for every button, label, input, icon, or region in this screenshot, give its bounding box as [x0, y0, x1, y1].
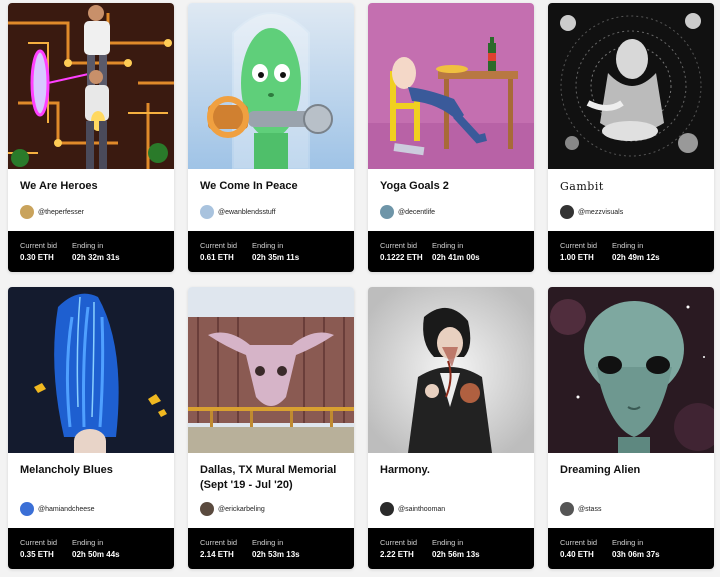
- creator-handle[interactable]: @ewanblendsstuff: [218, 209, 276, 216]
- creator-info[interactable]: @decentlife: [380, 205, 435, 219]
- current-bid-value: 2.22 ETH: [380, 550, 414, 559]
- ending-in-label: Ending in: [252, 538, 284, 547]
- creator-info[interactable]: @erickarbeling: [200, 502, 265, 516]
- current-bid-label: Current bid: [560, 241, 598, 250]
- card-title[interactable]: We Come In Peace: [200, 179, 346, 194]
- creator-info[interactable]: @stass: [560, 502, 601, 516]
- bid-bar: Current bid 2.14 ETH Ending in 02h 53m 1…: [188, 528, 354, 569]
- ending-in-value: 03h 06m 37s: [612, 550, 660, 559]
- current-bid-value: 0.1222 ETH: [380, 253, 423, 262]
- auction-card[interactable]: Yoga Goals 2 @decentlife Current bid 0.1…: [368, 3, 534, 272]
- artwork-image[interactable]: [548, 287, 714, 453]
- current-bid-label: Current bid: [20, 538, 58, 547]
- artwork-image[interactable]: [548, 3, 714, 169]
- current-bid-value: 0.35 ETH: [20, 550, 54, 559]
- current-bid-label: Current bid: [380, 241, 418, 250]
- card-title[interactable]: Melancholy Blues: [20, 463, 166, 478]
- bid-bar: Current bid 0.30 ETH Ending in 02h 32m 3…: [8, 231, 174, 272]
- auction-card[interactable]: Harmony. @sainthooman Current bid 2.22 E…: [368, 287, 534, 569]
- auction-card[interactable]: We Come In Peace @ewanblendsstuff Curren…: [188, 3, 354, 272]
- creator-info[interactable]: @theperfesser: [20, 205, 84, 219]
- auction-card[interactable]: We Are Heroes @theperfesser Current bid …: [8, 3, 174, 272]
- avatar: [380, 502, 394, 516]
- card-title[interactable]: Harmony.: [380, 463, 526, 478]
- creator-info[interactable]: @hamiandcheese: [20, 502, 95, 516]
- ending-in-value: 02h 50m 44s: [72, 550, 120, 559]
- artwork-image[interactable]: [188, 3, 354, 169]
- current-bid-label: Current bid: [380, 538, 418, 547]
- artwork-image[interactable]: [188, 287, 354, 453]
- creator-handle[interactable]: @hamiandcheese: [38, 506, 95, 513]
- ending-in-label: Ending in: [612, 241, 644, 250]
- current-bid-label: Current bid: [20, 241, 58, 250]
- bid-bar: Current bid 1.00 ETH Ending in 02h 49m 1…: [548, 231, 714, 272]
- ending-in-label: Ending in: [432, 241, 464, 250]
- ending-in-value: 02h 32m 31s: [72, 253, 120, 262]
- ending-in-value: 02h 35m 11s: [252, 253, 300, 262]
- artwork-image[interactable]: [368, 287, 534, 453]
- card-title[interactable]: Gambit: [560, 179, 706, 194]
- auction-card[interactable]: Dreaming Alien @stass Current bid 0.40 E…: [548, 287, 714, 569]
- ending-in-value: 02h 41m 00s: [432, 253, 480, 262]
- avatar: [560, 205, 574, 219]
- auction-grid: We Are Heroes @theperfesser Current bid …: [0, 0, 720, 577]
- card-title[interactable]: Dallas, TX Mural Memorial (Sept '19 - Ju…: [200, 463, 346, 493]
- card-title[interactable]: Dreaming Alien: [560, 463, 706, 478]
- current-bid-label: Current bid: [200, 538, 238, 547]
- ending-in-value: 02h 49m 12s: [612, 253, 660, 262]
- creator-info[interactable]: @mezzvisuals: [560, 205, 623, 219]
- current-bid-value: 1.00 ETH: [560, 253, 594, 262]
- current-bid-value: 2.14 ETH: [200, 550, 234, 559]
- creator-handle[interactable]: @theperfesser: [38, 209, 84, 216]
- avatar: [20, 502, 34, 516]
- ending-in-label: Ending in: [72, 241, 104, 250]
- ending-in-value: 02h 56m 13s: [432, 550, 480, 559]
- bid-bar: Current bid 2.22 ETH Ending in 02h 56m 1…: [368, 528, 534, 569]
- avatar: [20, 205, 34, 219]
- avatar: [200, 502, 214, 516]
- avatar: [560, 502, 574, 516]
- bid-bar: Current bid 0.35 ETH Ending in 02h 50m 4…: [8, 528, 174, 569]
- bid-bar: Current bid 0.1222 ETH Ending in 02h 41m…: [368, 231, 534, 272]
- artwork-image[interactable]: [8, 3, 174, 169]
- ending-in-label: Ending in: [432, 538, 464, 547]
- ending-in-label: Ending in: [252, 241, 284, 250]
- creator-info[interactable]: @sainthooman: [380, 502, 445, 516]
- current-bid-label: Current bid: [560, 538, 598, 547]
- auction-card[interactable]: Melancholy Blues @hamiandcheese Current …: [8, 287, 174, 569]
- current-bid-value: 0.30 ETH: [20, 253, 54, 262]
- current-bid-label: Current bid: [200, 241, 238, 250]
- current-bid-value: 0.61 ETH: [200, 253, 234, 262]
- card-title[interactable]: We Are Heroes: [20, 179, 166, 194]
- card-title[interactable]: Yoga Goals 2: [380, 179, 526, 194]
- ending-in-label: Ending in: [72, 538, 104, 547]
- creator-handle[interactable]: @stass: [578, 506, 601, 513]
- bid-bar: Current bid 0.61 ETH Ending in 02h 35m 1…: [188, 231, 354, 272]
- creator-info[interactable]: @ewanblendsstuff: [200, 205, 276, 219]
- ending-in-label: Ending in: [612, 538, 644, 547]
- artwork-image[interactable]: [8, 287, 174, 453]
- auction-card[interactable]: Dallas, TX Mural Memorial (Sept '19 - Ju…: [188, 287, 354, 569]
- creator-handle[interactable]: @decentlife: [398, 209, 435, 216]
- creator-handle[interactable]: @erickarbeling: [218, 506, 265, 513]
- avatar: [380, 205, 394, 219]
- current-bid-value: 0.40 ETH: [560, 550, 594, 559]
- artwork-image[interactable]: [368, 3, 534, 169]
- avatar: [200, 205, 214, 219]
- ending-in-value: 02h 53m 13s: [252, 550, 300, 559]
- auction-card[interactable]: Gambit @mezzvisuals Current bid 1.00 ETH…: [548, 3, 714, 272]
- creator-handle[interactable]: @sainthooman: [398, 506, 445, 513]
- bid-bar: Current bid 0.40 ETH Ending in 03h 06m 3…: [548, 528, 714, 569]
- creator-handle[interactable]: @mezzvisuals: [578, 209, 623, 216]
